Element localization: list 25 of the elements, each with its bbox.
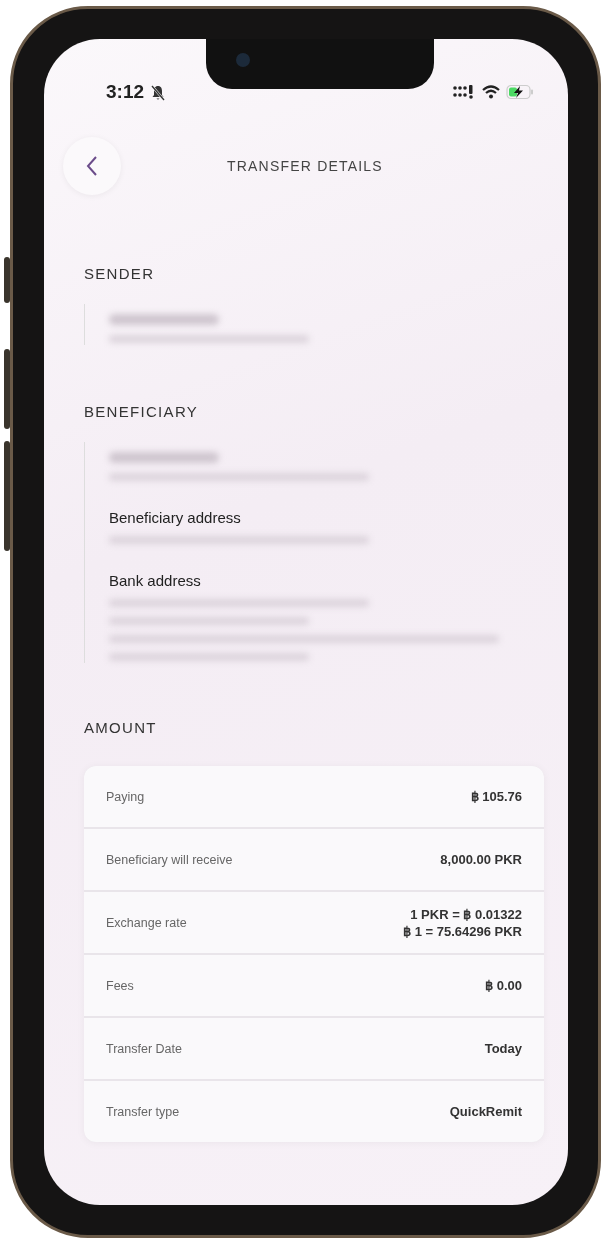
- field-label: Beneficiary address: [109, 509, 242, 526]
- row-value: QuickRemit: [449, 1103, 522, 1120]
- row-label: Transfer Date: [106, 1041, 182, 1056]
- battery-icon: [506, 84, 534, 100]
- wifi-icon: [482, 85, 500, 99]
- signal-icon: [452, 85, 476, 99]
- row-value: ฿ 0.00: [485, 977, 522, 994]
- row-value: ฿ 105.76: [470, 788, 522, 805]
- row-value: 8,000.00 PKR: [440, 851, 522, 868]
- chevron-left-icon: [86, 155, 98, 177]
- camera-icon: [236, 53, 250, 67]
- row-label: Paying: [106, 789, 145, 804]
- row-value: Today: [484, 1040, 522, 1057]
- row-label: Exchange rate: [106, 915, 187, 930]
- status-time: 3:12: [106, 81, 145, 103]
- field-label: Bank address: [109, 572, 202, 589]
- row-value: ฿ 1 = 75.64296 PKR: [403, 922, 522, 940]
- section-heading: AMOUNT: [83, 719, 158, 736]
- row-label: Transfer type: [106, 1104, 180, 1119]
- section-heading: BENEFICIARY: [83, 403, 200, 420]
- row-label: Beneficiary will receive: [106, 852, 233, 867]
- row-label: Fees: [106, 978, 134, 993]
- row-value: 1 PKR = ฿ 0.01322: [410, 905, 522, 923]
- section-heading: SENDER: [83, 265, 156, 282]
- screen-title: TRANSFER DETAILS: [227, 158, 383, 174]
